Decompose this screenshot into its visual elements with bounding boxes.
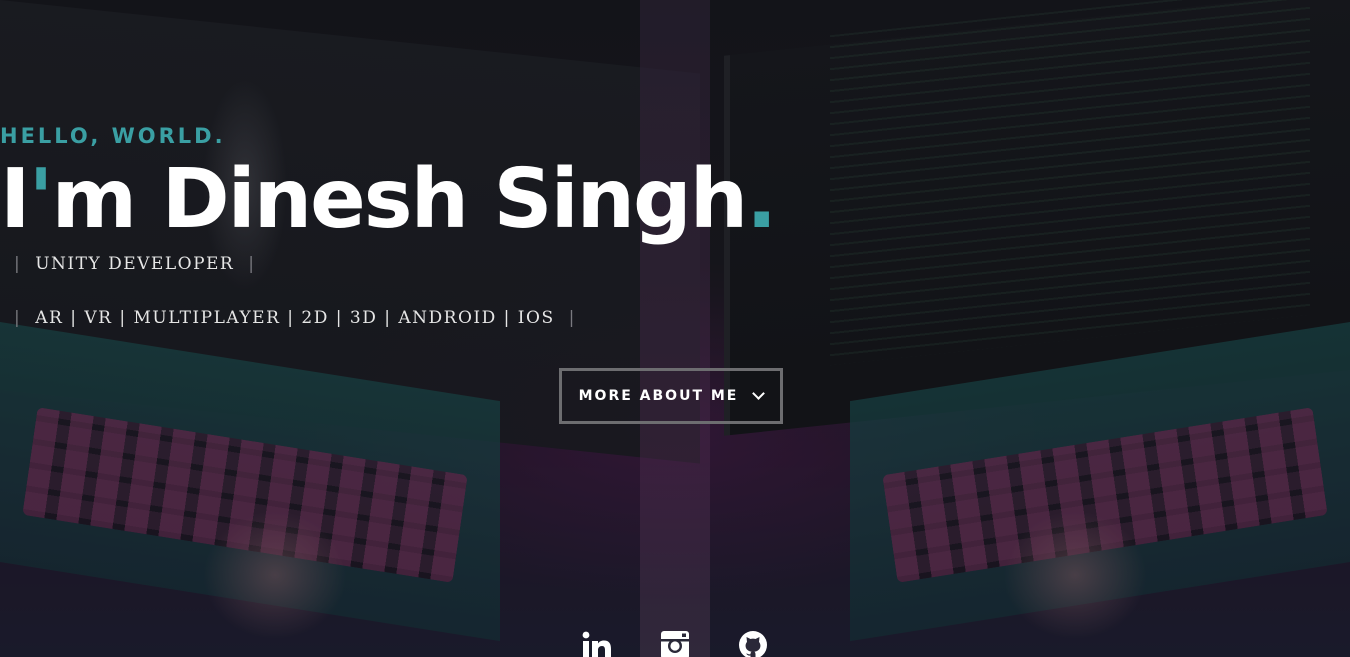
linkedin-link[interactable] <box>582 630 612 657</box>
skills-left-pipe: | <box>14 308 22 328</box>
more-about-me-label: MORE ABOUT ME <box>578 388 739 404</box>
name-prefix: I <box>0 152 30 247</box>
page-title: I'm Dinesh Singh. <box>0 150 1350 250</box>
name-apostrophe: ' <box>28 152 54 247</box>
github-link[interactable] <box>738 630 768 657</box>
instagram-link[interactable] <box>660 630 690 657</box>
name-dot: . <box>746 152 777 247</box>
name-rest: m Dinesh Singh <box>51 152 749 247</box>
role-line: | UNITY DEVELOPER | <box>0 254 1350 274</box>
more-about-me-button[interactable]: MORE ABOUT ME <box>559 368 783 424</box>
background-overlay <box>0 0 1350 657</box>
social-links <box>0 630 1350 657</box>
greeting-text: HELLO, WORLD. <box>0 124 226 148</box>
hero-section: HELLO, WORLD. I'm Dinesh Singh. | UNITY D… <box>0 0 1350 657</box>
role-right-pipe: | <box>248 254 256 274</box>
linkedin-icon <box>582 631 611 657</box>
github-icon <box>739 631 767 657</box>
skills-line: | AR | VR | MULTIPLAYER | 2D | 3D | ANDRO… <box>0 308 1350 328</box>
role-left-pipe: | <box>14 254 22 274</box>
instagram-icon <box>661 631 689 657</box>
skills-right-pipe: | <box>568 308 576 328</box>
skills-text: AR | VR | MULTIPLAYER | 2D | 3D | ANDROI… <box>35 308 555 328</box>
chevron-down-icon <box>752 387 766 400</box>
role-text: UNITY DEVELOPER <box>35 254 235 274</box>
